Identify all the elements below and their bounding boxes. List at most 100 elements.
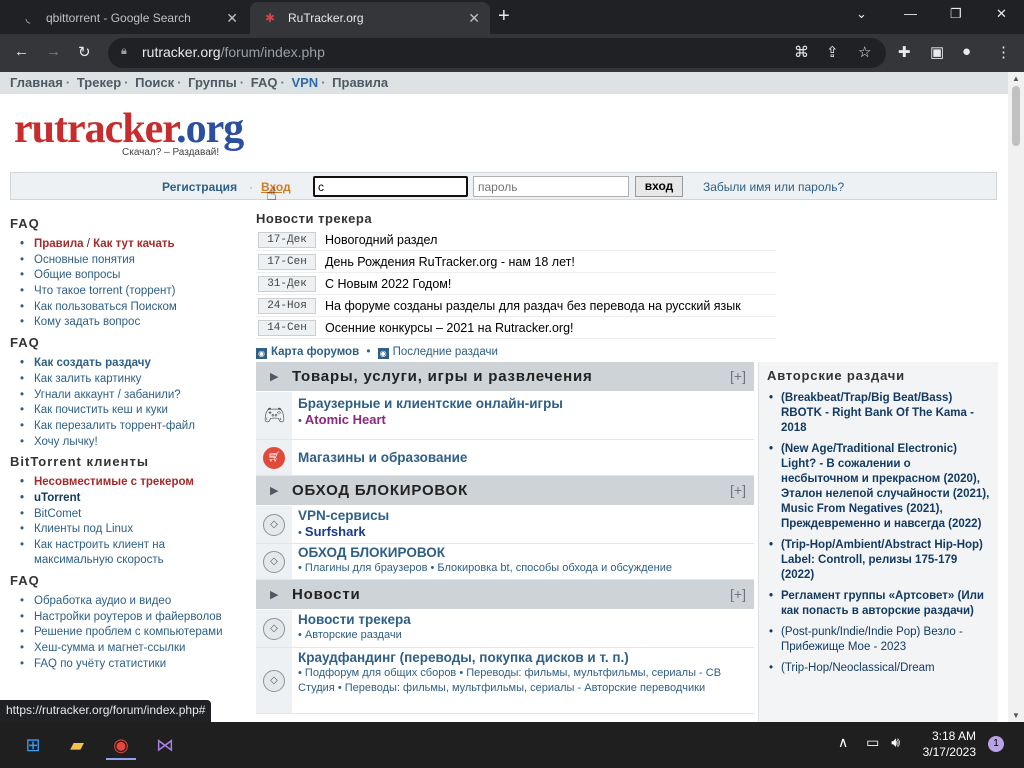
forgot-password-link[interactable]: Забыли имя или пароль? <box>703 180 844 194</box>
expand-arrow-icon[interactable]: ▶ <box>270 484 278 497</box>
forum-title[interactable]: Браузерные и клиентские онлайн-игры <box>298 396 563 411</box>
scroll-up-icon[interactable]: ▲ <box>1012 74 1020 83</box>
expand-toggle[interactable]: [+] <box>730 482 746 498</box>
subforum-list[interactable]: • Авторские раздачи <box>298 628 750 643</box>
author-release-link[interactable]: (Breakbeat/Trap/Big Beat/Bass) RBOTK - R… <box>767 391 990 436</box>
category-title[interactable]: ОБХОД БЛОКИРОВОК <box>292 482 468 499</box>
vertical-scrollbar[interactable]: ▲ ▼ <box>1008 72 1024 722</box>
nav-vpn[interactable]: VPN <box>291 75 318 90</box>
subforum-list[interactable]: • Подфорум для общих сборов • Переводы: … <box>298 666 750 696</box>
tab-rutracker[interactable]: ✱ RuTracker.org ✕ <box>250 2 490 34</box>
news-link[interactable]: С Новым 2022 Годом! <box>325 277 451 291</box>
expand-toggle[interactable]: [+] <box>730 586 746 602</box>
sidebar-item[interactable]: Как залить картинку <box>10 372 250 388</box>
sidebar-item[interactable]: Как перезалить торрент-файл <box>10 419 250 435</box>
notification-badge[interactable]: 1 <box>988 736 1004 752</box>
site-logo[interactable]: rutracker.org Скачал? – Раздавай! <box>14 105 244 158</box>
address-bar[interactable]: 🔒︎ rutracker.org/forum/index.php <box>108 38 886 68</box>
scrollbar-thumb[interactable] <box>1012 86 1020 146</box>
sidebar-item[interactable]: BitComet <box>10 507 250 523</box>
close-tab-icon[interactable]: ✕ <box>468 10 480 27</box>
category-title[interactable]: Новости <box>292 586 361 603</box>
news-link[interactable]: Новогодний раздел <box>325 233 437 247</box>
file-explorer-icon[interactable]: ▰ <box>62 730 92 760</box>
subforum-link[interactable]: Surfshark <box>305 524 366 539</box>
share-icon[interactable]: ⇪ <box>826 43 839 61</box>
nav-home[interactable]: Главная <box>10 75 63 90</box>
reload-icon[interactable]: ↻ <box>78 43 91 61</box>
menu-icon[interactable]: ⋮ <box>996 43 1011 61</box>
category-header[interactable]: ▶ ОБХОД БЛОКИРОВОК [+] <box>256 476 754 506</box>
back-icon[interactable]: ← <box>14 43 29 60</box>
author-release-link[interactable]: Регламент группы «Артсовет» (Или как поп… <box>767 589 990 619</box>
forward-icon[interactable]: → <box>46 43 61 60</box>
sidebar-item[interactable]: Хочу лычку! <box>10 435 250 451</box>
sidebar-item[interactable]: Хеш-сумма и магнет-ссылки <box>10 641 250 657</box>
sidebar-item[interactable]: FAQ по учёту статистики <box>10 657 250 673</box>
bookmark-star-icon[interactable]: ☆ <box>858 43 871 61</box>
sidebar-item[interactable]: Общие вопросы <box>10 268 250 284</box>
username-input[interactable] <box>313 176 468 197</box>
chevron-up-icon[interactable]: ∧ <box>838 734 848 750</box>
sidebar-item[interactable]: Настройки роутеров и файерволов <box>10 610 250 626</box>
forum-title[interactable]: ОБХОД БЛОКИРОВОК <box>298 545 445 560</box>
maximize-icon[interactable]: ❐ <box>950 6 962 22</box>
subforum-list[interactable]: • Плагины для браузеров • Блокировка bt,… <box>298 561 750 576</box>
tab-google-search[interactable]: ◟ qbittorrent - Google Search ✕ <box>8 2 248 34</box>
sidebar-item[interactable]: Что такое torrent (торрент) <box>10 284 250 300</box>
news-link[interactable]: День Рождения RuTracker.org - нам 18 лет… <box>325 255 575 269</box>
nav-tracker[interactable]: Трекер <box>77 75 121 90</box>
lock-icon[interactable]: 🔒︎ <box>121 45 127 58</box>
visual-studio-icon[interactable]: ⋈ <box>150 730 180 760</box>
forum-title[interactable]: VPN-сервисы <box>298 508 389 523</box>
category-title[interactable]: Товары, услуги, игры и развлечения <box>292 368 593 385</box>
sidebar-item-create-release[interactable]: Как создать раздачу <box>10 356 250 372</box>
sidebar-item[interactable]: Решение проблем с компьютерами <box>10 625 250 641</box>
forum-title[interactable]: Новости трекера <box>298 612 411 627</box>
system-tray[interactable]: ∧ ▭ 🔊︎ <box>838 734 900 751</box>
sidebar-item[interactable]: Клиенты под Linux <box>10 522 250 538</box>
forum-map-link[interactable]: Карта форумов <box>271 346 359 358</box>
sidebar-item[interactable]: Обработка аудио и видео <box>10 594 250 610</box>
expand-toggle[interactable]: [+] <box>730 368 746 384</box>
author-release-link[interactable]: (New Age/Traditional Electronic) Light? … <box>767 442 990 532</box>
sidebar-item[interactable]: Кому задать вопрос <box>10 315 250 331</box>
translate-icon[interactable]: ⌘ <box>794 43 809 61</box>
author-release-link[interactable]: (Post-punk/Indie/Indie Pop) Везло - Приб… <box>767 625 990 655</box>
new-tab-button[interactable]: + <box>498 5 510 28</box>
author-release-link[interactable]: (Trip-Hop/Ambient/Abstract Hip-Hop) Labe… <box>767 538 990 583</box>
nav-groups[interactable]: Группы <box>188 75 237 90</box>
expand-arrow-icon[interactable]: ▶ <box>270 370 278 383</box>
nav-search[interactable]: Поиск <box>135 75 174 90</box>
author-release-link[interactable]: (Trip-Hop/Neoclassical/Dream <box>767 661 990 676</box>
close-window-icon[interactable]: ✕ <box>996 6 1007 22</box>
sidebar-item-speed[interactable]: Как настроить клиент на максимальную скор… <box>10 538 250 569</box>
sidebar-item-utorrent[interactable]: uTorrent <box>10 491 250 507</box>
volume-icon[interactable]: 🔊︎ <box>891 734 900 750</box>
network-icon[interactable]: ▭ <box>866 734 879 750</box>
sidebar-item[interactable]: Основные понятия <box>10 253 250 269</box>
category-header[interactable]: ▶ Товары, услуги, игры и развлечения [+] <box>256 362 754 392</box>
chrome-icon[interactable]: ◉ <box>106 730 136 760</box>
close-tab-icon[interactable]: ✕ <box>226 10 238 27</box>
category-header[interactable]: ▶ Новости [+] <box>256 580 754 610</box>
latest-releases-link[interactable]: Последние раздачи <box>393 346 498 358</box>
sidebar-item[interactable]: Как пользоваться Поиском <box>10 300 250 316</box>
sidebar-item-rules[interactable]: Правила / Как тут качать <box>10 237 250 253</box>
nav-rules[interactable]: Правила <box>332 75 388 90</box>
tab-search-icon[interactable]: ⌄ <box>856 6 867 22</box>
password-input[interactable] <box>473 176 629 197</box>
forum-title[interactable]: Магазины и образование <box>298 450 467 465</box>
nav-faq[interactable]: FAQ <box>251 75 278 90</box>
forum-title[interactable]: Краудфандинг (переводы, покупка дисков и… <box>298 650 629 665</box>
register-link[interactable]: Регистрация <box>162 180 237 194</box>
sidebar-item[interactable]: Как почистить кеш и куки <box>10 403 250 419</box>
clock[interactable]: 3:18 AM 3/17/2023 <box>920 728 976 760</box>
windows-start-icon[interactable]: ⊞ <box>18 730 48 760</box>
sidebar-item[interactable]: Угнали аккаунт / забанили? <box>10 388 250 404</box>
side-panel-icon[interactable]: ▣ <box>930 43 944 61</box>
sidebar-item-incompatible[interactable]: Несовместимые с трекером <box>10 475 250 491</box>
news-link[interactable]: На форуме созданы разделы для раздач без… <box>325 299 741 313</box>
subforum-link[interactable]: Atomic Heart <box>305 412 386 427</box>
login-button[interactable]: вход <box>635 176 683 197</box>
